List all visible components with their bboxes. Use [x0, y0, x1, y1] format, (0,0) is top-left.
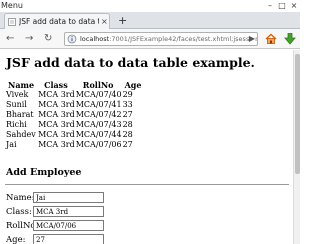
forward-button[interactable]: → — [25, 34, 33, 44]
tab-strip: JSF add data to data table × + — [0, 12, 300, 29]
url-text: localhost:7001/JSFExample42/faces/test.x… — [80, 35, 257, 43]
column-header: Age — [124, 80, 142, 90]
table-cell: MCA 3rd — [38, 120, 75, 129]
menu-bar: Menu – □ × — [0, 0, 300, 12]
close-window-button[interactable]: × — [288, 1, 300, 11]
reload-button[interactable]: ↻ — [44, 34, 52, 44]
table-header-row: Name Class RollNo Age — [5, 80, 144, 90]
table-row: Vivek MCA 3rd MCA/07/40 29 — [5, 90, 144, 100]
table-cell: MCA 3rd — [38, 140, 75, 149]
menu-button[interactable]: Menu — [1, 0, 23, 11]
table-row: Sahdev MCA 3rd MCA/07/44 28 — [5, 130, 144, 140]
table-cell: 28 — [122, 130, 133, 139]
window-controls: – □ × — [264, 0, 300, 12]
table-cell: MCA 3rd — [38, 110, 75, 119]
table-cell: MCA 3rd — [38, 130, 75, 139]
tab-close-icon[interactable]: × — [101, 17, 108, 26]
url-path: :7001/JSFExample42/faces/test.xhtml;jses… — [109, 35, 257, 43]
name-label: Name: — [6, 193, 35, 203]
table-cell: Sunil — [6, 100, 27, 109]
table-cell: MCA/07/06 — [75, 140, 122, 149]
table-cell: 27 — [122, 140, 133, 149]
url-host: localhost — [80, 35, 110, 43]
scrollbar-thumb[interactable] — [295, 54, 300, 174]
back-button[interactable]: ← — [6, 34, 14, 44]
table-cell: MCA/07/44 — [75, 130, 122, 139]
new-tab-button[interactable]: + — [118, 15, 127, 26]
table-cell: Bharat — [6, 110, 34, 119]
table-cell: MCA/07/43 — [75, 120, 122, 129]
age-label: Age: — [6, 235, 26, 244]
rollno-field[interactable] — [33, 220, 104, 231]
table-cell: 33 — [122, 100, 133, 109]
table-cell: MCA 3rd — [38, 100, 75, 109]
table-cell: MCA/07/42 — [75, 110, 122, 119]
vertical-scrollbar[interactable] — [293, 50, 300, 244]
table-cell: Sahdev — [6, 130, 36, 139]
page-content: JSF add data to data table example. Name… — [0, 50, 293, 244]
age-field[interactable] — [33, 234, 104, 244]
table-cell: MCA/07/40 — [75, 90, 122, 99]
table-cell: 28 — [122, 120, 133, 129]
table-row: Jai MCA 3rd MCA/07/06 27 — [5, 140, 144, 150]
table-row: Sunil MCA 3rd MCA/07/41 33 — [5, 100, 144, 110]
class-field[interactable] — [33, 206, 104, 217]
minimize-button[interactable]: – — [264, 1, 276, 11]
navigation-bar: ← → ↻ localhost:7001/JSFExample42/faces/… — [0, 29, 300, 49]
home-icon[interactable] — [264, 32, 278, 46]
table-cell: Richi — [6, 120, 27, 129]
table-cell: Vivek — [6, 90, 29, 99]
site-info-icon — [67, 34, 77, 44]
table-cell: MCA 3rd — [38, 90, 75, 99]
address-bar[interactable]: localhost:7001/JSFExample42/faces/test.x… — [64, 32, 258, 46]
tab-active[interactable]: JSF add data to data table × — [4, 13, 110, 29]
class-label: Class: — [6, 207, 32, 217]
employee-table: Name Class RollNo Age Vivek MCA 3rd MCA/… — [5, 80, 144, 150]
go-icon[interactable]: ▶ — [248, 34, 255, 43]
page-title: JSF add data to data table example. — [6, 55, 255, 70]
add-employee-heading: Add Employee — [6, 167, 82, 178]
table-row: Richi MCA 3rd MCA/07/43 28 — [5, 120, 144, 130]
table-cell: Jai — [6, 140, 17, 149]
table-cell: MCA/07/41 — [75, 100, 122, 109]
column-header: RollNo — [82, 80, 114, 90]
tab-title: JSF add data to data table — [19, 17, 99, 26]
column-header: Name — [8, 80, 35, 90]
name-field[interactable] — [33, 192, 104, 203]
table-cell: 27 — [122, 110, 133, 119]
maximize-button[interactable]: □ — [276, 1, 288, 11]
divider — [5, 184, 289, 185]
table-row: Bharat MCA 3rd MCA/07/42 27 — [5, 110, 144, 120]
table-cell: 29 — [122, 90, 133, 99]
column-header: Class — [44, 80, 68, 90]
page-favicon-icon — [8, 17, 16, 26]
download-icon[interactable] — [283, 32, 297, 46]
